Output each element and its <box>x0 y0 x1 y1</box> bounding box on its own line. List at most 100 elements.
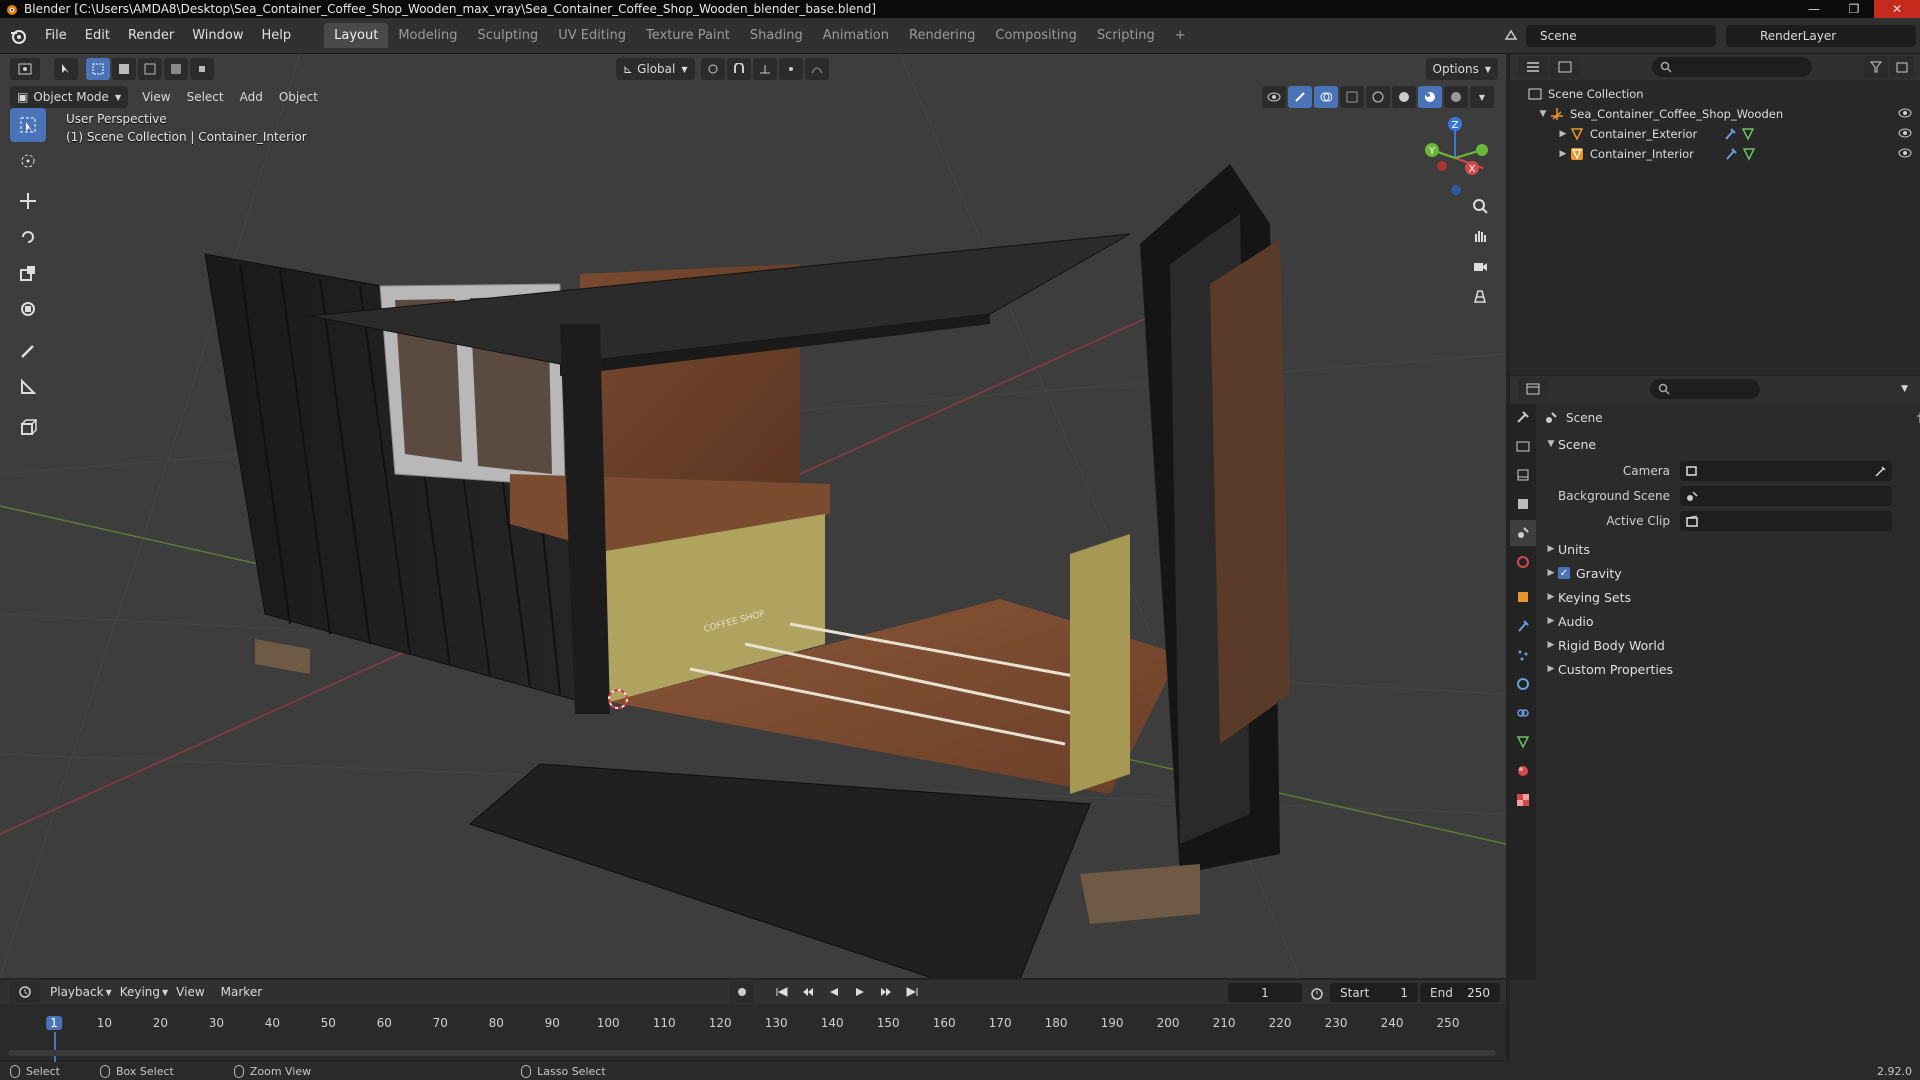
outliner-row-scene-collection[interactable]: Scene Collection <box>1510 84 1920 104</box>
custom-properties-panel-header[interactable]: ▶ Custom Properties <box>1544 657 1914 681</box>
timeline-ruler[interactable]: 1 10 20 30 40 50 60 70 80 90 100 110 120 130 140 150 160… <box>0 1016 1506 1062</box>
viewport-menu-view[interactable]: View <box>134 90 178 104</box>
cursor-tool[interactable] <box>10 144 46 178</box>
timeline-editor-type-icon[interactable] <box>10 981 40 1003</box>
tool-tab-icon[interactable] <box>1510 404 1536 430</box>
tab-animation[interactable]: Animation <box>813 23 899 48</box>
scene-tab-icon[interactable] <box>1510 520 1536 546</box>
select-box-tool[interactable] <box>10 108 46 142</box>
close-button[interactable]: ✕ <box>1874 0 1920 18</box>
display-mode-icon[interactable] <box>1550 56 1580 78</box>
tab-scripting[interactable]: Scripting <box>1087 23 1165 48</box>
outliner-row-item[interactable]: ▶ Container_Exterior <box>1510 124 1920 144</box>
background-scene-field[interactable] <box>1680 485 1892 506</box>
add-workspace-button[interactable]: + <box>1165 23 1196 48</box>
playhead-line[interactable] <box>54 1032 56 1062</box>
select-mode-extend-icon[interactable] <box>112 58 136 80</box>
outliner-row-item[interactable]: ▶ Container_Interior <box>1510 144 1920 164</box>
transform-orientation-dropdown[interactable]: ⊾ Global ▼ <box>616 58 695 80</box>
scale-tool[interactable] <box>10 256 46 290</box>
tab-modeling[interactable]: Modeling <box>388 23 467 48</box>
texture-tab-icon[interactable] <box>1510 787 1536 813</box>
timeline-menu-marker[interactable]: Marker <box>213 985 270 999</box>
options-dropdown[interactable]: Options ▼ <box>1425 58 1498 80</box>
outliner-editor-type-icon[interactable] <box>1518 56 1548 78</box>
tab-texture-paint[interactable]: Texture Paint <box>636 23 740 48</box>
select-mode-subtract-icon[interactable] <box>138 58 162 80</box>
xray-toggle-icon[interactable] <box>1340 86 1364 108</box>
properties-editor-type-icon[interactable] <box>1518 378 1548 400</box>
filter-icon[interactable] <box>1864 56 1888 78</box>
pin-icon[interactable] <box>1914 412 1920 424</box>
rendered-shading-icon[interactable] <box>1444 86 1468 108</box>
new-collection-icon[interactable] <box>1890 56 1914 78</box>
timeline-scrollbar[interactable] <box>8 1050 1496 1056</box>
pan-hand-icon[interactable] <box>1466 222 1494 250</box>
start-frame-field[interactable]: Start 1 <box>1330 983 1418 1002</box>
active-clip-field[interactable] <box>1680 510 1892 531</box>
blender-menu-icon[interactable] <box>0 18 36 54</box>
wireframe-shading-icon[interactable] <box>1366 86 1390 108</box>
rigid-body-world-panel-header[interactable]: ▶ Rigid Body World <box>1544 633 1914 657</box>
transform-tool[interactable] <box>10 292 46 326</box>
visibility-eye-icon[interactable] <box>1898 147 1912 159</box>
solid-shading-icon[interactable] <box>1392 86 1416 108</box>
3d-viewport[interactable]: COFFEE SHOP ⊾ Global ▼ Options ▼ ▣ Objec… <box>0 54 1506 978</box>
visibility-icon[interactable] <box>1262 86 1286 108</box>
camera-view-icon[interactable] <box>1466 252 1494 280</box>
play-icon[interactable] <box>848 981 872 1003</box>
select-mode-invert-icon[interactable] <box>164 58 188 80</box>
zoom-icon[interactable] <box>1466 192 1494 220</box>
proportional-edit-icon[interactable] <box>778 58 803 80</box>
visibility-eye-icon[interactable] <box>1898 127 1912 139</box>
collapsed-arrow-icon[interactable]: ▶ <box>1556 149 1570 159</box>
particles-tab-icon[interactable] <box>1510 642 1536 668</box>
timeline-menu-view[interactable]: View <box>168 985 212 999</box>
stopwatch-icon[interactable] <box>1310 986 1324 1000</box>
scene-selector[interactable]: Scene <box>1526 25 1716 47</box>
eyedropper-icon[interactable] <box>1874 465 1886 477</box>
timeline-menu-playback[interactable]: Playback <box>42 985 112 999</box>
mode-dropdown[interactable]: ▣ Object Mode ▼ <box>10 86 129 108</box>
outliner-search-input[interactable] <box>1652 57 1812 77</box>
view-layer-tab-icon[interactable] <box>1510 491 1536 517</box>
tab-compositing[interactable]: Compositing <box>985 23 1087 48</box>
gravity-checkbox[interactable]: ✓ <box>1558 567 1570 579</box>
tab-layout[interactable]: Layout <box>324 23 389 48</box>
snap-target-icon[interactable] <box>752 58 777 80</box>
chevron-down-icon[interactable]: ▼ <box>1901 384 1908 394</box>
select-mode-new-icon[interactable] <box>86 58 110 80</box>
menu-help[interactable]: Help <box>253 28 301 43</box>
output-tab-icon[interactable] <box>1510 462 1536 488</box>
perspective-toggle-icon[interactable] <box>1466 282 1494 310</box>
play-reverse-icon[interactable] <box>822 981 846 1003</box>
data-tab-icon[interactable] <box>1510 729 1536 755</box>
render-layer-selector[interactable]: RenderLayer <box>1726 25 1916 47</box>
timeline-menu-keying[interactable]: Keying <box>112 985 168 999</box>
menu-file[interactable]: File <box>36 28 76 43</box>
collapsed-arrow-icon[interactable]: ▶ <box>1556 129 1570 139</box>
keying-sets-panel-header[interactable]: ▶ Keying Sets <box>1544 585 1914 609</box>
end-frame-field[interactable]: End 250 <box>1420 983 1500 1002</box>
modifier-tab-icon[interactable] <box>1510 613 1536 639</box>
record-icon[interactable] <box>730 981 755 1003</box>
jump-end-icon[interactable] <box>900 981 924 1003</box>
minimize-button[interactable]: — <box>1794 0 1834 18</box>
world-tab-icon[interactable] <box>1510 549 1536 575</box>
overlays-toggle-icon[interactable] <box>1314 86 1338 108</box>
audio-panel-header[interactable]: ▶ Audio <box>1544 609 1914 633</box>
render-tab-icon[interactable] <box>1510 433 1536 459</box>
measure-tool[interactable] <box>10 370 46 404</box>
tab-uv-editing[interactable]: UV Editing <box>548 23 636 48</box>
pivot-point-icon[interactable] <box>700 58 725 80</box>
gravity-panel-header[interactable]: ▶ ✓ Gravity <box>1544 561 1914 585</box>
camera-field[interactable] <box>1680 460 1892 481</box>
outliner-row-item[interactable]: ▼ Sea_Container_Coffee_Shop_Wooden <box>1510 104 1920 124</box>
viewport-menu-object[interactable]: Object <box>271 90 326 104</box>
visibility-eye-icon[interactable] <box>1898 107 1912 119</box>
material-preview-icon[interactable] <box>1418 86 1442 108</box>
menu-edit[interactable]: Edit <box>76 28 119 43</box>
tab-shading[interactable]: Shading <box>740 23 813 48</box>
viewport-menu-add[interactable]: Add <box>232 90 271 104</box>
object-tab-icon[interactable] <box>1510 584 1536 610</box>
